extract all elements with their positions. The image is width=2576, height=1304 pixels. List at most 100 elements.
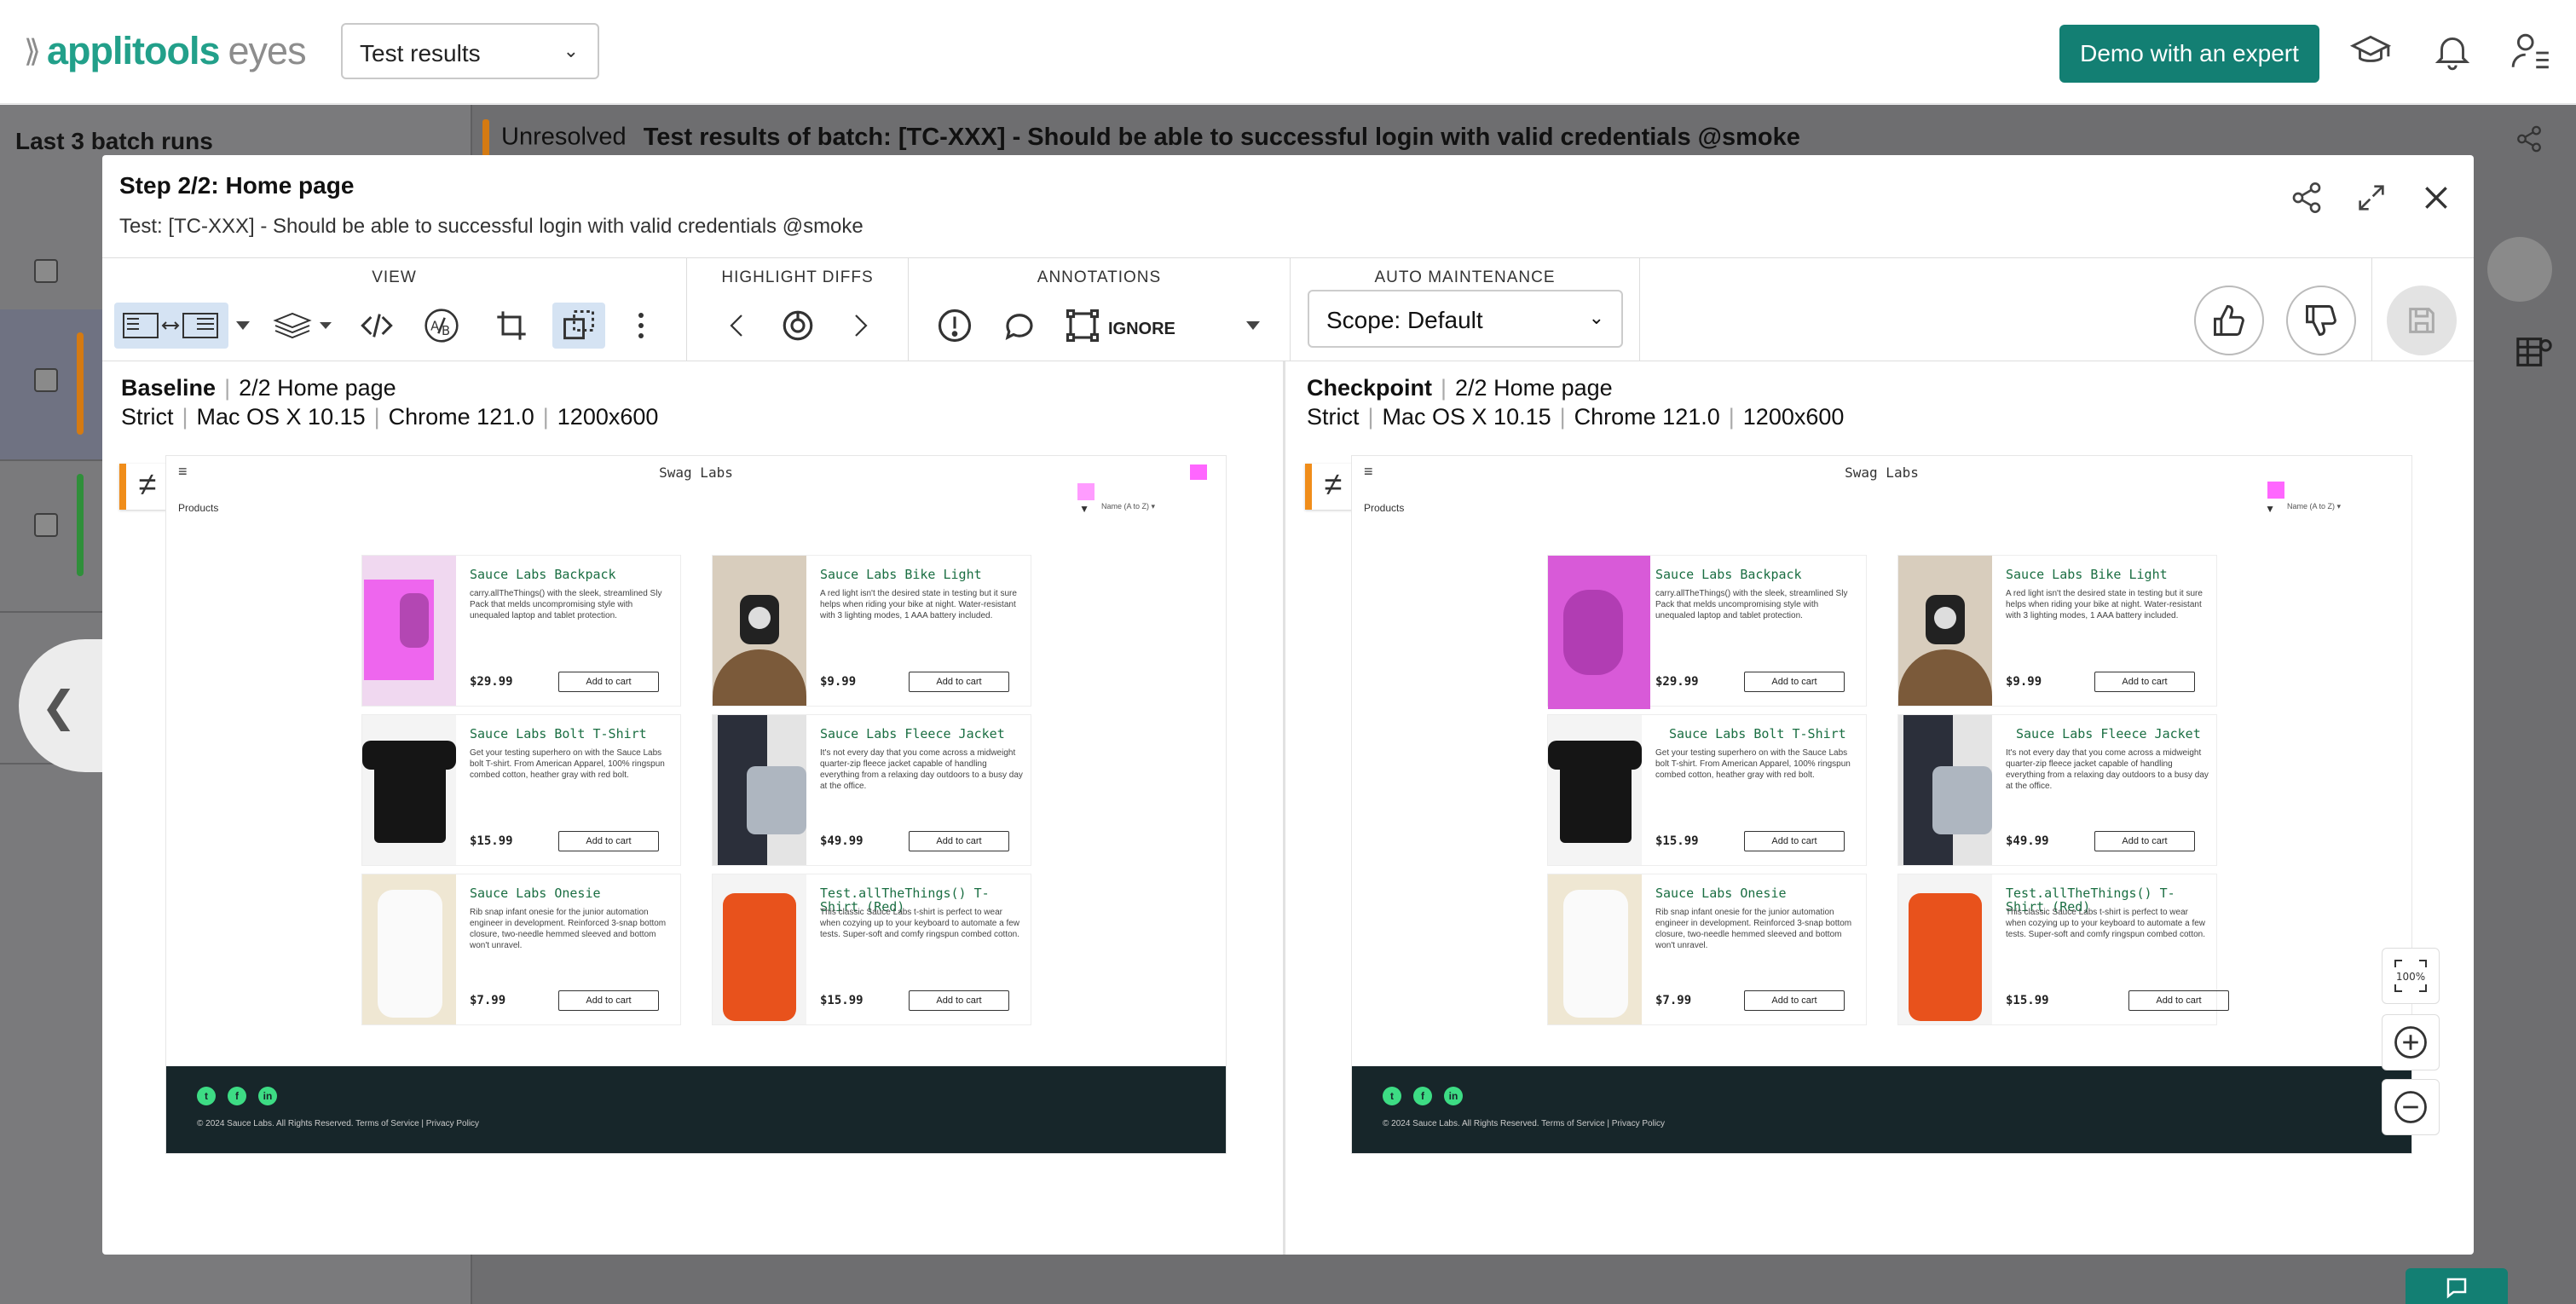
step-title: Step 2/2: Home page xyxy=(119,172,355,199)
product-image xyxy=(1548,556,1650,709)
add-to-cart-button: Add to cart xyxy=(558,990,659,1011)
product-card: Sauce Labs Bolt T-Shirt Get your testing… xyxy=(361,714,681,866)
logo-arrow-icon: ⟫ xyxy=(24,33,41,68)
baseline-screenshot[interactable]: ≡ Swag Labs Products ▼ Name (A to Z) ▾ S… xyxy=(165,455,1227,1154)
baseline-pane: Baseline | 2/2 Home page Strict | Mac OS X 1… xyxy=(102,361,1285,1255)
add-to-cart-button: Add to cart xyxy=(558,831,659,851)
svg-text:B: B xyxy=(442,324,450,338)
ignore-label[interactable]: IGNORE xyxy=(1108,320,1175,339)
zoom-100-button[interactable]: 100% xyxy=(2382,948,2440,1004)
layers-icon[interactable] xyxy=(269,303,338,349)
applitools-logo[interactable]: ⟫ applitools eyes xyxy=(24,26,307,77)
next-diff-icon[interactable] xyxy=(840,303,881,349)
facebook-icon: f xyxy=(228,1087,246,1105)
add-to-cart-button: Add to cart xyxy=(1744,831,1845,851)
step-details-modal: Step 2/2: Home page Test: [TC-XXX] - Sho… xyxy=(102,155,2474,1255)
crop-icon[interactable] xyxy=(491,303,532,349)
highlight-diffs-icon[interactable] xyxy=(777,303,818,349)
view-selector[interactable]: Test results ⌄ xyxy=(341,23,599,79)
annotation-type-dropdown-icon[interactable] xyxy=(1233,303,1274,349)
add-to-cart-button: Add to cart xyxy=(2128,990,2229,1011)
status-stripe xyxy=(482,119,489,157)
site-title: Swag Labs xyxy=(659,464,733,481)
save-button[interactable] xyxy=(2387,286,2457,355)
share-icon[interactable] xyxy=(2515,124,2544,158)
comment-icon[interactable] xyxy=(999,303,1040,349)
svg-text:A: A xyxy=(430,320,439,334)
product-card: Sauce Labs Backpack carry.allTheThings()… xyxy=(361,555,681,707)
product-image xyxy=(362,715,456,865)
not-equal-marker[interactable]: ≠ xyxy=(1305,464,1354,510)
cart-icon xyxy=(1190,464,1207,480)
not-equal-marker[interactable]: ≠ xyxy=(119,464,169,510)
previous-diff-icon[interactable] xyxy=(716,303,757,349)
zoom-out-button[interactable] xyxy=(2382,1079,2440,1135)
row-checkbox[interactable] xyxy=(34,513,58,537)
status-stripe xyxy=(77,474,84,576)
checkpoint-screenshot[interactable]: ≡ Swag Labs Products ▼ Name (A to Z) ▾ S… xyxy=(1351,455,2412,1154)
row-checkbox[interactable] xyxy=(34,368,58,392)
demo-with-expert-button[interactable]: Demo with an expert xyxy=(2059,25,2319,83)
batch-runs-title: Last 3 batch runs xyxy=(15,128,213,154)
product-card: Sauce Labs Backpack carry.allTheThings()… xyxy=(1547,555,1867,709)
status-stripe xyxy=(77,332,84,435)
chat-widget-button[interactable] xyxy=(2406,1268,2508,1304)
diff-marker xyxy=(1077,483,1095,500)
graduation-cap-icon[interactable] xyxy=(2349,30,2392,72)
product-image xyxy=(1898,556,1992,706)
checkpoint-header: Checkpoint | 2/2 Home page xyxy=(1307,375,1613,401)
view-mode-dropdown-icon[interactable] xyxy=(230,303,256,349)
issue-icon[interactable] xyxy=(934,303,975,349)
linkedin-icon: in xyxy=(1444,1087,1463,1105)
baseline-header: Baseline | 2/2 Home page xyxy=(121,375,396,401)
product-card: Sauce Labs Fleece Jacket It's not every … xyxy=(1897,714,2217,866)
auto-maintenance-section: AUTO MAINTENANCE Scope: Default ⌄ xyxy=(1291,258,1640,361)
share-icon[interactable] xyxy=(2290,181,2324,215)
add-to-cart-button: Add to cart xyxy=(1744,990,1845,1011)
product-card: Sauce Labs Bolt T-Shirt Get your testing… xyxy=(1547,714,1867,866)
product-card: Sauce Labs Bike Light A red light isn't … xyxy=(712,555,1031,707)
product-card: Test.allTheThings() T-Shirt (Red) This c… xyxy=(712,874,1031,1025)
region-compare-icon[interactable] xyxy=(552,303,605,349)
ignore-region-icon[interactable] xyxy=(1062,303,1103,349)
filter-icon: ▼ xyxy=(2265,503,2275,515)
twitter-icon: t xyxy=(197,1087,216,1105)
save-icon[interactable] xyxy=(2487,237,2552,302)
chevron-down-icon: ⌄ xyxy=(1588,307,1604,328)
add-to-cart-button: Add to cart xyxy=(909,672,1009,692)
thumbs-down-button[interactable] xyxy=(2286,286,2356,355)
chevron-left-icon: ❮ xyxy=(41,683,77,730)
zoom-in-button[interactable] xyxy=(2382,1014,2440,1070)
ab-compare-icon[interactable]: AB xyxy=(421,303,462,349)
product-image xyxy=(1898,874,1992,1024)
product-image xyxy=(1548,715,1642,865)
products-label: Products xyxy=(1364,502,1405,514)
batch-header: Unresolved Test results of batch: [TC-XXX… xyxy=(482,119,1800,157)
product-card: Sauce Labs Bike Light A red light isn't … xyxy=(1897,555,2217,707)
product-image xyxy=(1898,715,1992,865)
side-by-side-view-icon[interactable] xyxy=(114,303,228,349)
add-to-cart-button: Add to cart xyxy=(1744,672,1845,692)
bell-icon[interactable] xyxy=(2431,30,2474,72)
product-card: Sauce Labs Onesie Rib snap infant onesie… xyxy=(1547,874,1867,1025)
thumbs-up-button[interactable] xyxy=(2194,286,2264,355)
expand-icon[interactable] xyxy=(2354,181,2388,215)
table-settings-icon[interactable] xyxy=(2515,332,2554,376)
product-image xyxy=(713,874,806,1024)
site-footer: t f in © 2024 Sauce Labs. All Rights Reser… xyxy=(166,1066,1226,1153)
toolbar: VIEW AB HIGHLIGHT DIFFS ANNOTATIONS IGNO… xyxy=(102,257,2474,361)
zoom-level: 100% xyxy=(2396,971,2425,983)
code-icon[interactable] xyxy=(356,303,397,349)
annotations-section: ANNOTATIONS IGNORE xyxy=(909,258,1291,361)
user-settings-icon[interactable] xyxy=(2510,30,2552,72)
close-icon[interactable] xyxy=(2419,181,2453,215)
sort-select: Name (A to Z) ▾ xyxy=(1101,502,1156,511)
add-to-cart-button: Add to cart xyxy=(909,831,1009,851)
more-options-icon[interactable] xyxy=(621,303,661,349)
add-to-cart-button: Add to cart xyxy=(909,990,1009,1011)
scope-dropdown[interactable]: Scope: Default ⌄ xyxy=(1308,290,1623,348)
select-all-checkbox[interactable] xyxy=(34,259,58,283)
site-footer: t f in © 2024 Sauce Labs. All Rights Reser… xyxy=(1352,1066,2411,1153)
linkedin-icon: in xyxy=(258,1087,277,1105)
product-image xyxy=(1548,874,1642,1024)
